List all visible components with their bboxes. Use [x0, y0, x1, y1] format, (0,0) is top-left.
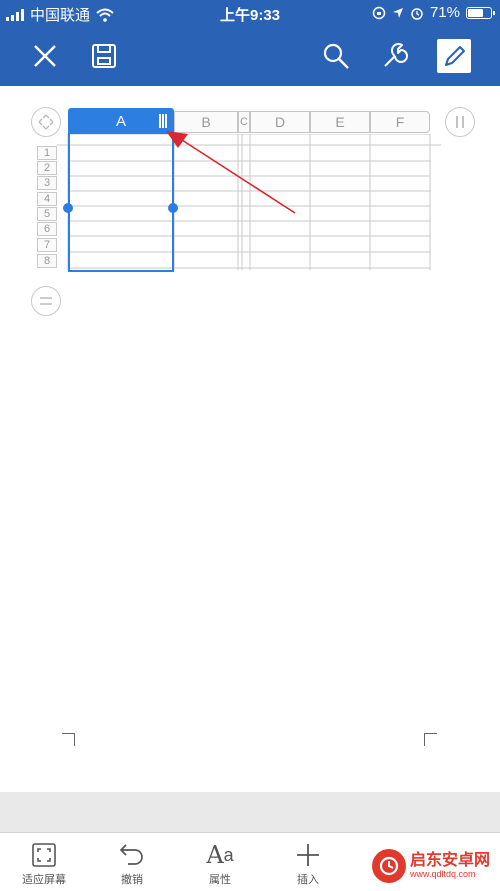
search-icon [323, 43, 349, 69]
undo-button[interactable]: 撤销 [100, 839, 164, 887]
row-header-2[interactable]: 2 [37, 161, 57, 175]
font-format-icon: Aa [206, 841, 234, 869]
move-arrows-icon [38, 114, 54, 130]
close-button[interactable] [25, 36, 65, 76]
location-arrow-icon [392, 7, 403, 18]
page-corner-mark-left [62, 733, 75, 746]
edit-button[interactable] [434, 36, 474, 76]
select-all-button[interactable] [31, 107, 61, 137]
insert-label: 插入 [297, 874, 319, 886]
column-header-A[interactable]: A [68, 108, 174, 134]
row-header-1[interactable]: 1 [37, 146, 57, 160]
fit-screen-icon [32, 843, 56, 867]
fit-screen-label: 适应屏幕 [22, 874, 66, 886]
properties-label: 属性 [209, 874, 231, 886]
wrench-icon [384, 42, 408, 67]
equals-icon [40, 297, 52, 305]
column-header-E[interactable]: E [310, 111, 370, 133]
column-header-F[interactable]: F [370, 111, 430, 133]
battery-percent: 71% [429, 4, 460, 21]
pause-icon [456, 116, 464, 128]
selection-handle-left[interactable] [63, 203, 73, 213]
row-header-5[interactable]: 5 [37, 207, 57, 221]
column-resize-grip[interactable] [159, 114, 167, 128]
selected-column-highlight [68, 134, 174, 272]
pause-freeze-button[interactable] [445, 107, 475, 137]
row-header-7[interactable]: 7 [37, 238, 57, 252]
row-header-4[interactable]: 4 [37, 192, 57, 206]
watermark-title: 启东安卓网 [410, 852, 491, 870]
annotation-arrow [166, 131, 296, 214]
row-header-6[interactable]: 6 [37, 222, 57, 236]
battery-icon [466, 6, 495, 19]
undo-label: 撤销 [121, 874, 143, 886]
row-header-8[interactable]: 8 [37, 254, 57, 268]
search-button[interactable] [316, 36, 356, 76]
edit-pen-icon [437, 39, 471, 73]
plus-icon [297, 844, 319, 866]
insert-button[interactable]: 插入 [276, 839, 340, 887]
page-gap [0, 792, 500, 832]
watermark-logo-icon [372, 849, 406, 883]
undo-icon [119, 844, 143, 865]
watermark: 启东安卓网 www.qdltdq.com [372, 846, 496, 886]
app-header: 中国联通 上午9:33 71% [0, 0, 500, 86]
page-corner-mark-right [424, 733, 437, 746]
save-icon [92, 44, 116, 68]
close-icon [34, 45, 56, 67]
sheet-menu-button[interactable] [31, 286, 61, 316]
tools-button[interactable] [375, 36, 415, 76]
row-header-3[interactable]: 3 [37, 176, 57, 190]
alarm-icon [411, 7, 423, 20]
properties-button[interactable]: Aa 属性 [188, 839, 252, 887]
status-bar: 中国联通 上午9:33 71% [0, 0, 500, 28]
fit-screen-button[interactable]: 适应屏幕 [12, 839, 76, 887]
watermark-url: www.qdltdq.com [410, 868, 476, 879]
save-button[interactable] [84, 36, 124, 76]
screen-rotation-lock-icon [372, 6, 386, 19]
